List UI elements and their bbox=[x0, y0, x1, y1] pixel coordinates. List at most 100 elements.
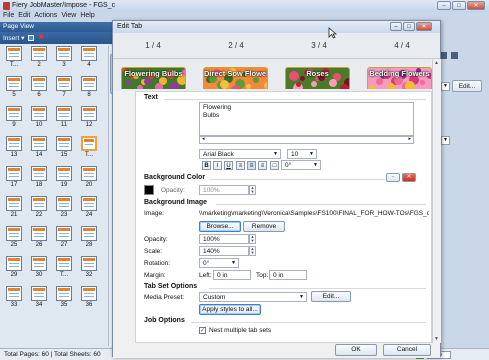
page-thumbnail[interactable]: 36 bbox=[79, 286, 99, 308]
color-swatch[interactable] bbox=[144, 185, 154, 195]
page-thumbnail-image bbox=[81, 226, 97, 241]
browse-button[interactable]: Browse... bbox=[199, 221, 241, 232]
page-thumbnail[interactable]: 3 bbox=[54, 46, 74, 68]
trash-icon[interactable] bbox=[451, 51, 458, 59]
bold-button[interactable]: B bbox=[202, 161, 211, 170]
menu-edit[interactable]: Edit bbox=[18, 12, 30, 22]
page-thumbnail[interactable]: 2 bbox=[29, 46, 49, 68]
page-number: 34 bbox=[35, 302, 43, 308]
italic-button[interactable]: I bbox=[213, 161, 222, 170]
page-thumbnail[interactable]: 27 bbox=[54, 226, 74, 248]
menu-view[interactable]: View bbox=[61, 12, 76, 22]
tab-preview-2[interactable]: Direct Sow Flowers bbox=[203, 67, 268, 89]
new-page-icon[interactable] bbox=[28, 35, 35, 41]
dialog-maximize-icon[interactable]: □ bbox=[403, 22, 415, 31]
spinner-icon[interactable]: ▲ ▼ bbox=[249, 234, 256, 244]
align-right-icon[interactable]: ≡ bbox=[258, 161, 267, 170]
insert-menu[interactable]: Insert ▾ bbox=[3, 34, 24, 42]
tab-preview-4[interactable]: Bedding Flowers bbox=[367, 67, 432, 89]
page-thumbnail[interactable]: 15 bbox=[54, 136, 74, 158]
page-thumbnail[interactable]: T... bbox=[79, 136, 99, 158]
page-thumbnail[interactable]: 34 bbox=[29, 286, 49, 308]
page-thumbnail[interactable]: 23 bbox=[54, 196, 74, 218]
tab-text-field[interactable]: Flowering Bulbs bbox=[199, 102, 414, 136]
page-thumbnail[interactable]: 12 bbox=[79, 106, 99, 128]
page-thumbnail[interactable]: 18 bbox=[29, 166, 49, 188]
image-opacity-field[interactable]: 100% bbox=[199, 234, 249, 244]
text-color-icon[interactable]: □ bbox=[270, 161, 279, 170]
spinner-icon[interactable]: ▲ ▼ bbox=[249, 246, 256, 256]
page-thumbnail[interactable]: 30 bbox=[29, 256, 49, 278]
page-thumbnail[interactable]: 13 bbox=[4, 136, 24, 158]
page-thumbnail[interactable]: T... bbox=[4, 46, 24, 68]
page-thumbnail[interactable]: 8 bbox=[79, 76, 99, 98]
page-thumbnail[interactable]: 21 bbox=[4, 196, 24, 218]
ok-button[interactable]: OK bbox=[335, 344, 377, 356]
page-thumbnail[interactable]: 33 bbox=[4, 286, 24, 308]
page-thumbnail[interactable]: 28 bbox=[79, 226, 99, 248]
align-left-icon[interactable]: ≡ bbox=[236, 161, 245, 170]
scroll-down-icon[interactable]: ▼ bbox=[434, 336, 439, 342]
page-thumbnail[interactable]: 5 bbox=[4, 76, 24, 98]
page-number: 12 bbox=[85, 122, 93, 128]
page-thumbnail[interactable]: 19 bbox=[54, 166, 74, 188]
menu-help[interactable]: Help bbox=[80, 12, 94, 22]
page-thumbnail[interactable]: 6 bbox=[29, 76, 49, 98]
scroll-up-icon[interactable]: ▲ bbox=[434, 60, 439, 66]
page-thumbnail[interactable]: T... bbox=[54, 256, 74, 278]
top-margin-field[interactable]: 0 in bbox=[269, 270, 307, 280]
dialog-scrollbar[interactable]: ▲ ▼ bbox=[432, 59, 441, 343]
cancel-button[interactable]: Cancel bbox=[383, 344, 431, 356]
page-thumbnail[interactable]: 17 bbox=[4, 166, 24, 188]
delete-icon[interactable]: ✖ bbox=[38, 34, 44, 41]
page-thumbnail[interactable]: 32 bbox=[79, 256, 99, 278]
page-number: 26 bbox=[35, 242, 43, 248]
left-margin-field[interactable]: 0 in bbox=[213, 270, 251, 280]
dialog-close-icon[interactable]: ✕ bbox=[416, 22, 432, 31]
font-size-select[interactable]: 10 ▼ bbox=[287, 149, 317, 159]
page-thumbnail[interactable]: 10 bbox=[29, 106, 49, 128]
page-icon[interactable] bbox=[440, 51, 447, 59]
page-thumbnail[interactable]: 24 bbox=[79, 196, 99, 218]
rotation-select[interactable]: 0° ▼ bbox=[199, 258, 239, 268]
menu-file[interactable]: File bbox=[3, 12, 14, 22]
dialog-minimize-icon[interactable]: – bbox=[390, 22, 402, 31]
page-number: 19 bbox=[60, 182, 68, 188]
font-family-select[interactable]: Arial Black ▼ bbox=[199, 149, 281, 159]
delete-color-icon[interactable]: ✕ bbox=[402, 173, 416, 182]
page-thumbnail[interactable]: 29 bbox=[4, 256, 24, 278]
media-edit-button[interactable]: Edit... bbox=[311, 291, 351, 302]
page-thumbnail[interactable]: 35 bbox=[54, 286, 74, 308]
scale-field[interactable]: 140% bbox=[199, 246, 249, 256]
page-thumbnail[interactable]: 4 bbox=[79, 46, 99, 68]
minimize-icon[interactable]: – bbox=[437, 1, 451, 10]
page-thumbnail[interactable]: 25 bbox=[4, 226, 24, 248]
spinner-icon[interactable]: ▲ ▼ bbox=[249, 185, 256, 195]
align-center-icon[interactable]: ≡ bbox=[247, 161, 256, 170]
text-rotation-select[interactable]: 0° ▼ bbox=[281, 160, 321, 170]
chevron-down-icon[interactable]: ▼ bbox=[441, 136, 450, 145]
tab-position-3: 3 / 4 bbox=[311, 41, 327, 50]
expand-icon[interactable]: ·· bbox=[386, 173, 400, 182]
chevron-down-icon[interactable]: ▼ bbox=[441, 82, 450, 91]
close-icon[interactable]: ✕ bbox=[467, 1, 485, 10]
nest-checkbox[interactable]: ✓ bbox=[199, 327, 206, 334]
page-thumbnail[interactable]: 20 bbox=[79, 166, 99, 188]
page-thumbnail[interactable]: 14 bbox=[29, 136, 49, 158]
page-thumbnail[interactable]: 11 bbox=[54, 106, 74, 128]
remove-button[interactable]: Remove bbox=[243, 221, 285, 232]
media-preset-select[interactable]: Custom ▼ bbox=[199, 292, 307, 302]
underline-button[interactable]: U bbox=[224, 161, 233, 170]
text-hscrollbar[interactable]: ◂ ▸ bbox=[199, 136, 414, 144]
menu-actions[interactable]: Actions bbox=[34, 12, 57, 22]
apply-styles-button[interactable]: Apply styles to all... bbox=[199, 304, 261, 315]
bg-opacity-field[interactable]: 100% bbox=[199, 185, 249, 195]
page-thumbnail[interactable]: 26 bbox=[29, 226, 49, 248]
tab-preview-3[interactable]: Roses bbox=[285, 67, 350, 89]
page-thumbnail[interactable]: 9 bbox=[4, 106, 24, 128]
page-thumbnail[interactable]: 7 bbox=[54, 76, 74, 98]
main-edit-button[interactable]: Edit... bbox=[452, 80, 482, 92]
page-thumbnail[interactable]: 22 bbox=[29, 196, 49, 218]
tab-preview-1[interactable]: Flowering Bulbs bbox=[121, 67, 186, 89]
maximize-icon[interactable]: □ bbox=[452, 1, 466, 10]
